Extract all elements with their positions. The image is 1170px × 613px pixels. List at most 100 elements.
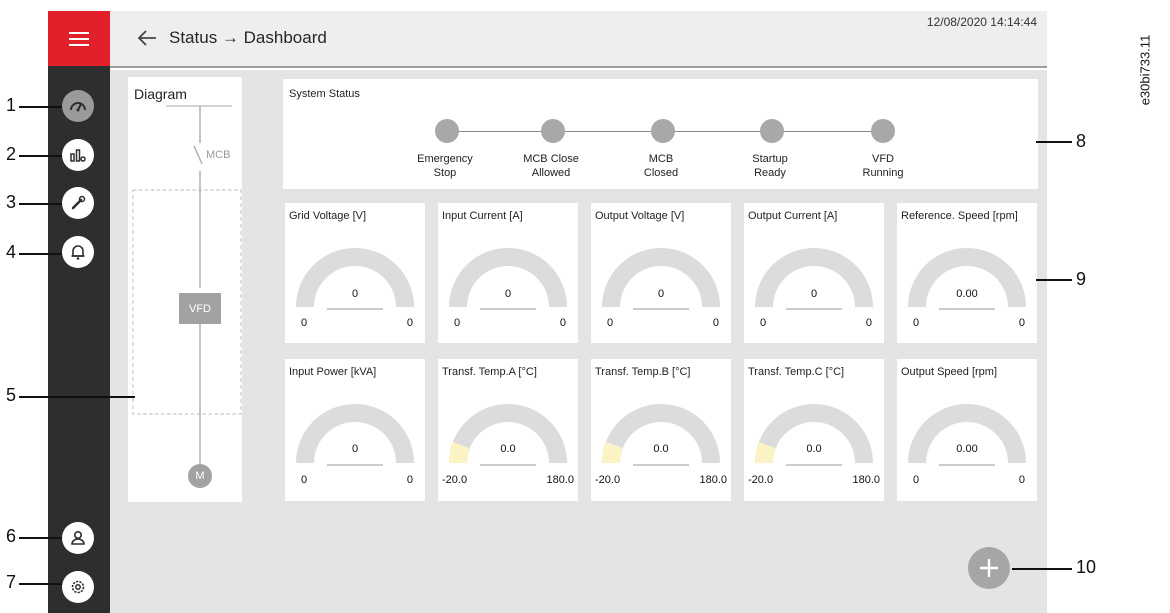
vfd-label: VFD: [189, 302, 211, 315]
mcb-label: MCB: [206, 149, 231, 161]
status-dot-vfd-running: [871, 119, 895, 143]
gauge-min: 0: [913, 317, 920, 329]
gauge-min: 0: [913, 474, 920, 486]
gauge-min: 0: [301, 474, 308, 486]
status-label-vfd-running: VFD Running: [862, 153, 904, 179]
gauge-max: 0: [559, 317, 566, 329]
callout-6: 6: [6, 526, 17, 546]
gauge-min: -20.0: [595, 474, 621, 486]
gauge-card-output-speed[interactable]: Output Speed [rpm] 0.00 0 0: [897, 359, 1037, 501]
user-icon: [71, 530, 85, 545]
gauge-max: 0: [865, 317, 872, 329]
dashboard-icon: [70, 102, 86, 112]
system-status-panel: System Status Emergency Stop MCB Close All…: [283, 79, 1038, 189]
motor-label: M: [195, 470, 205, 482]
wrench-icon: [71, 195, 86, 210]
gauge-card-reference-speed[interactable]: Reference. Speed [rpm] 0.00 0 0: [897, 203, 1037, 343]
status-dot-mcb-closed: [651, 119, 675, 143]
sidebar-item-user[interactable]: [62, 522, 94, 554]
gauge-value: 0.00: [956, 288, 978, 300]
sidebar: [48, 11, 110, 613]
gauge-min: -20.0: [442, 474, 468, 486]
gauge-card-input-power[interactable]: Input Power [kVA] 0 0 0: [285, 359, 425, 501]
callout-2: 2: [6, 144, 17, 164]
add-button[interactable]: [968, 547, 1010, 589]
callout-3: 3: [6, 192, 17, 212]
gauge-card-output-voltage[interactable]: Output Voltage [V] 0 0 0: [591, 203, 731, 343]
gear-icon: [71, 580, 85, 594]
gauge-card-grid-voltage[interactable]: Grid Voltage [V] 0 0 0: [285, 203, 425, 343]
callout-7: 7: [6, 572, 17, 592]
gauge-value: 0.0: [806, 443, 822, 455]
callout-4: 4: [6, 242, 17, 262]
gauge-value: 0.00: [956, 443, 978, 455]
gauge-max: 180.0: [852, 474, 880, 486]
main-content: Diagram MCB VFD M System Status Emergenc…: [110, 70, 1047, 613]
gauge-value: 0: [657, 288, 665, 300]
status-label-mcb-closed: MCB Closed: [643, 153, 679, 179]
datetime: 12/08/2020 14:14:44: [926, 15, 1037, 29]
callout-5: 5: [6, 385, 17, 405]
status-label-emergency-stop: Emergency Stop: [417, 153, 473, 179]
gauge-min: -20.0: [748, 474, 774, 486]
gauge-value: 0.0: [500, 443, 516, 455]
plus-icon: [980, 559, 998, 577]
bell-icon: [71, 245, 85, 260]
sidebar-item-alarms[interactable]: [62, 236, 94, 268]
gauge-max: 180.0: [699, 474, 727, 486]
callout-10: 10: [1076, 557, 1097, 577]
gauge-min: 0: [760, 317, 767, 329]
callout-10-leader: [1012, 568, 1072, 570]
callout-4-leader: [19, 253, 62, 255]
callout-1: 1: [6, 95, 17, 115]
vfd-block[interactable]: VFD: [179, 293, 221, 324]
gauge-min: 0: [607, 317, 614, 329]
status-dot-startup-ready: [760, 119, 784, 143]
gauge-card-output-current[interactable]: Output Current [A] 0 0 0: [744, 203, 884, 343]
callout-3-leader: [19, 203, 62, 205]
gauge-min: 0: [454, 317, 461, 329]
gauge-max: 0: [712, 317, 719, 329]
sidebar-item-dashboard[interactable]: [62, 90, 94, 122]
gauge-max: 0: [1018, 474, 1025, 486]
gauge-card-transf-temp-b[interactable]: Transf. Temp.B [°C] 0.0 -20.0 180.0: [591, 359, 731, 501]
gauge-max: 180.0: [546, 474, 574, 486]
status-dot-mcb-close-allowed: [541, 119, 565, 143]
callout-9: 9: [1076, 269, 1087, 289]
status-label-mcb-close-allowed: MCB Close Allowed: [523, 153, 579, 179]
gauge-value: 0: [351, 443, 359, 455]
gauge-card-transf-temp-a[interactable]: Transf. Temp.A [°C] 0.0 -20.0 180.0: [438, 359, 578, 501]
menu-button[interactable]: [48, 11, 110, 66]
diagram-panel: Diagram MCB VFD M: [128, 77, 242, 502]
sidebar-item-service[interactable]: [62, 187, 94, 219]
callout-6-leader: [19, 537, 62, 539]
back-arrow-icon[interactable]: [136, 28, 158, 48]
sidebar-item-settings[interactable]: [62, 571, 94, 603]
callout-5-leader: [19, 396, 135, 398]
callout-9-leader: [1036, 279, 1072, 281]
motor-node[interactable]: M: [188, 464, 212, 488]
gauge-max: 0: [406, 474, 413, 486]
gauge-card-transf-temp-c[interactable]: Transf. Temp.C [°C] 0.0 -20.0 180.0: [744, 359, 884, 501]
callout-2-leader: [19, 155, 62, 157]
sidebar-item-monitoring[interactable]: [62, 139, 94, 171]
gauge-min: 0: [301, 317, 308, 329]
gauge-max: 0: [1018, 317, 1025, 329]
single-line-diagram: [132, 105, 242, 465]
callout-1-leader: [19, 106, 62, 108]
callout-7-leader: [19, 583, 62, 585]
breadcrumb: Status → Dashboard: [169, 28, 327, 47]
gauge-max: 0: [406, 317, 413, 329]
header: Status → Dashboard 12/08/2020 14:14:44: [110, 11, 1047, 68]
system-status-title: System Status: [289, 88, 360, 100]
status-label-startup-ready: Startup Ready: [752, 153, 788, 179]
callout-8-leader: [1036, 141, 1072, 143]
gauge-value: 0.0: [653, 443, 669, 455]
gauge-value: 0: [351, 288, 359, 300]
callout-8: 8: [1076, 131, 1087, 151]
gauge-value: 0: [504, 288, 512, 300]
status-dot-emergency-stop: [435, 119, 459, 143]
chart-icon: [70, 149, 86, 162]
gauge-card-input-current[interactable]: Input Current [A] 0 0 0: [438, 203, 578, 343]
document-id: e30bi733.11: [1137, 34, 1153, 106]
